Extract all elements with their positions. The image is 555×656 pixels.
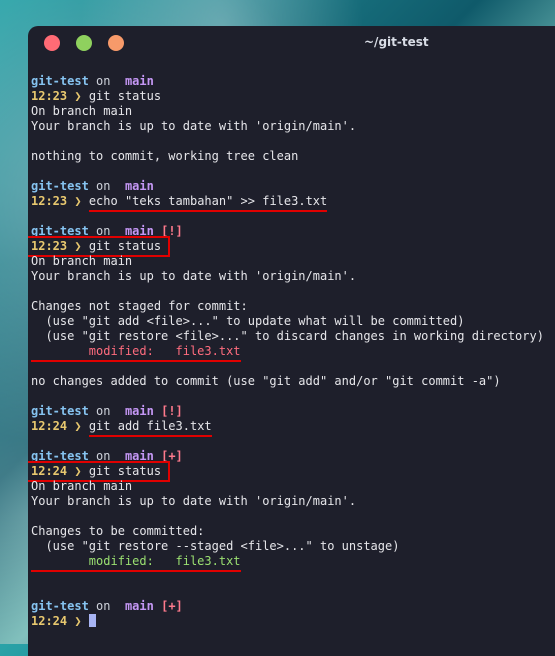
prompt-time: 12:24 <box>31 464 68 478</box>
prompt-arrow-icon: ❯ <box>74 419 82 433</box>
prompt-time: 12:23 <box>31 239 68 253</box>
command-line: 12:23 ❯ echo "teks tambahan" >> file3.tx… <box>31 194 555 212</box>
highlighted-command: echo "teks tambahan" >> file3.txt <box>88 194 328 212</box>
prompt-arrow-icon: ❯ <box>74 194 82 208</box>
prompt-line: git-test on main [+] <box>31 599 555 614</box>
status-flag: [+] <box>161 599 183 613</box>
modified-file-line: modified: file3.txt <box>31 344 555 362</box>
minimize-button[interactable] <box>76 35 92 51</box>
output-line: Changes to be committed: <box>31 524 205 538</box>
terminal-window: ~/git-test git-test on main 12:23 ❯ git … <box>28 26 555 656</box>
prompt-arrow-icon: ❯ <box>74 464 82 478</box>
prompt-line: git-test on main [!] <box>31 404 555 419</box>
prompt-time: 12:23 <box>31 194 68 208</box>
close-button[interactable] <box>44 35 60 51</box>
prompt-time: 12:23 <box>31 89 68 103</box>
prompt-dir: git-test <box>31 74 89 88</box>
prompt-branch: main <box>124 599 154 613</box>
prompt-line: git-test on main <box>31 74 555 89</box>
title-bar: ~/git-test <box>28 26 555 60</box>
command-text: git status <box>88 89 162 103</box>
output-line: Your branch is up to date with 'origin/m… <box>31 119 357 133</box>
command-line: 12:23 ❯ git status <box>31 89 555 104</box>
output-line: (use "git restore <file>..." to discard … <box>31 329 544 343</box>
command-text: git status <box>88 464 162 478</box>
highlighted-command: 12:23 ❯ git status <box>28 236 171 257</box>
output-line: On branch main <box>31 254 133 268</box>
command-line: 12:24 ❯ git status <box>28 461 555 482</box>
output-line: Your branch is up to date with 'origin/m… <box>31 269 357 283</box>
window-title: ~/git-test <box>364 35 429 49</box>
status-flag: [!] <box>161 404 183 418</box>
prompt-arrow-icon: ❯ <box>74 239 82 253</box>
output-line: nothing to commit, working tree clean <box>31 149 299 163</box>
modified-unstaged: modified: file3.txt <box>31 344 241 362</box>
prompt-time: 12:24 <box>31 419 68 433</box>
modified-staged: modified: file3.txt <box>31 554 241 572</box>
modified-file-line: modified: file3.txt <box>31 554 555 572</box>
prompt-on: on <box>96 74 111 88</box>
highlighted-command: 12:24 ❯ git status <box>28 461 171 482</box>
prompt-dir: git-test <box>31 179 89 193</box>
prompt-branch: main <box>124 179 154 193</box>
prompt-on: on <box>96 179 111 193</box>
prompt-line: git-test on main <box>31 179 555 194</box>
prompt-on: on <box>96 599 111 613</box>
highlighted-command: git add file3.txt <box>88 419 212 437</box>
prompt-dir: git-test <box>31 599 89 613</box>
terminal-output[interactable]: git-test on main 12:23 ❯ git status On b… <box>28 74 555 629</box>
text-cursor[interactable] <box>88 614 96 627</box>
command-line[interactable]: 12:24 ❯ <box>31 614 555 629</box>
prompt-arrow-icon: ❯ <box>74 89 82 103</box>
output-line: On branch main <box>31 479 133 493</box>
maximize-button[interactable] <box>108 35 124 51</box>
output-line: On branch main <box>31 104 133 118</box>
prompt-branch: main <box>124 74 154 88</box>
command-line: 12:23 ❯ git status <box>28 236 555 257</box>
prompt-branch: main <box>124 404 154 418</box>
prompt-on: on <box>96 404 111 418</box>
prompt-time: 12:24 <box>31 614 68 628</box>
prompt-dir: git-test <box>31 404 89 418</box>
command-text: git status <box>88 239 162 253</box>
output-line: no changes added to commit (use "git add… <box>31 374 501 388</box>
prompt-arrow-icon: ❯ <box>74 614 82 628</box>
output-line: (use "git restore --staged <file>..." to… <box>31 539 400 553</box>
output-line: Your branch is up to date with 'origin/m… <box>31 494 357 508</box>
output-line: (use "git add <file>..." to update what … <box>31 314 465 328</box>
command-line: 12:24 ❯ git add file3.txt <box>31 419 555 437</box>
output-line: Changes not staged for commit: <box>31 299 248 313</box>
